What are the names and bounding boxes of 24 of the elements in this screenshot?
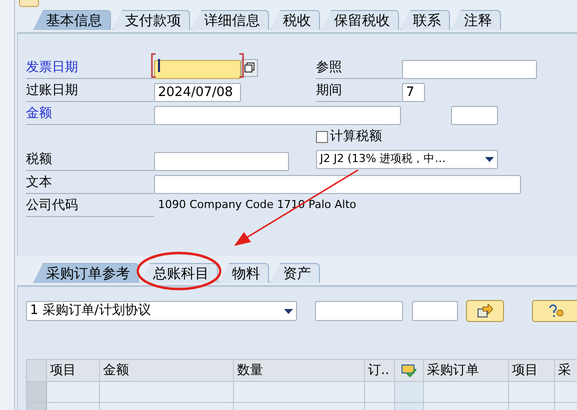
tab[interactable]: 采购订单参考 <box>33 263 139 283</box>
column-header[interactable]: 数量 <box>234 360 365 381</box>
tab[interactable]: 物料 <box>219 263 269 283</box>
checkbox-label: 计算税额 <box>330 128 382 146</box>
column-header[interactable]: 金额 <box>100 360 234 381</box>
input-field[interactable]: 7 <box>402 82 425 102</box>
tab[interactable]: 基本信息 <box>33 10 111 30</box>
input-field[interactable]: 2024/07/08 <box>154 82 241 102</box>
column-header[interactable]: 项目 <box>47 360 100 381</box>
tab[interactable]: 详细信息 <box>191 10 269 30</box>
tab[interactable]: 联系 <box>400 10 450 30</box>
column-header[interactable]: 采 <box>555 360 577 381</box>
tab[interactable]: 保留税收 <box>321 10 399 30</box>
column-header[interactable]: 订.. <box>365 360 395 381</box>
field-label: 公司代码 <box>26 194 154 216</box>
tab[interactable]: 支付款项 <box>112 10 190 30</box>
tab[interactable]: 注释 <box>451 10 501 30</box>
reference-type-dropdown[interactable]: 1 采购订单/计划协议 <box>26 301 297 321</box>
tab[interactable]: 税收 <box>270 10 320 30</box>
tab[interactable]: 总账科目 <box>140 263 218 283</box>
tab[interactable]: 资产 <box>270 263 320 283</box>
column-header[interactable]: 采购订单 <box>424 360 509 381</box>
tax-code-dropdown[interactable]: J2 J2 (13% 进项税，中… <box>316 150 498 169</box>
column-header[interactable]: 项目 <box>509 360 555 381</box>
